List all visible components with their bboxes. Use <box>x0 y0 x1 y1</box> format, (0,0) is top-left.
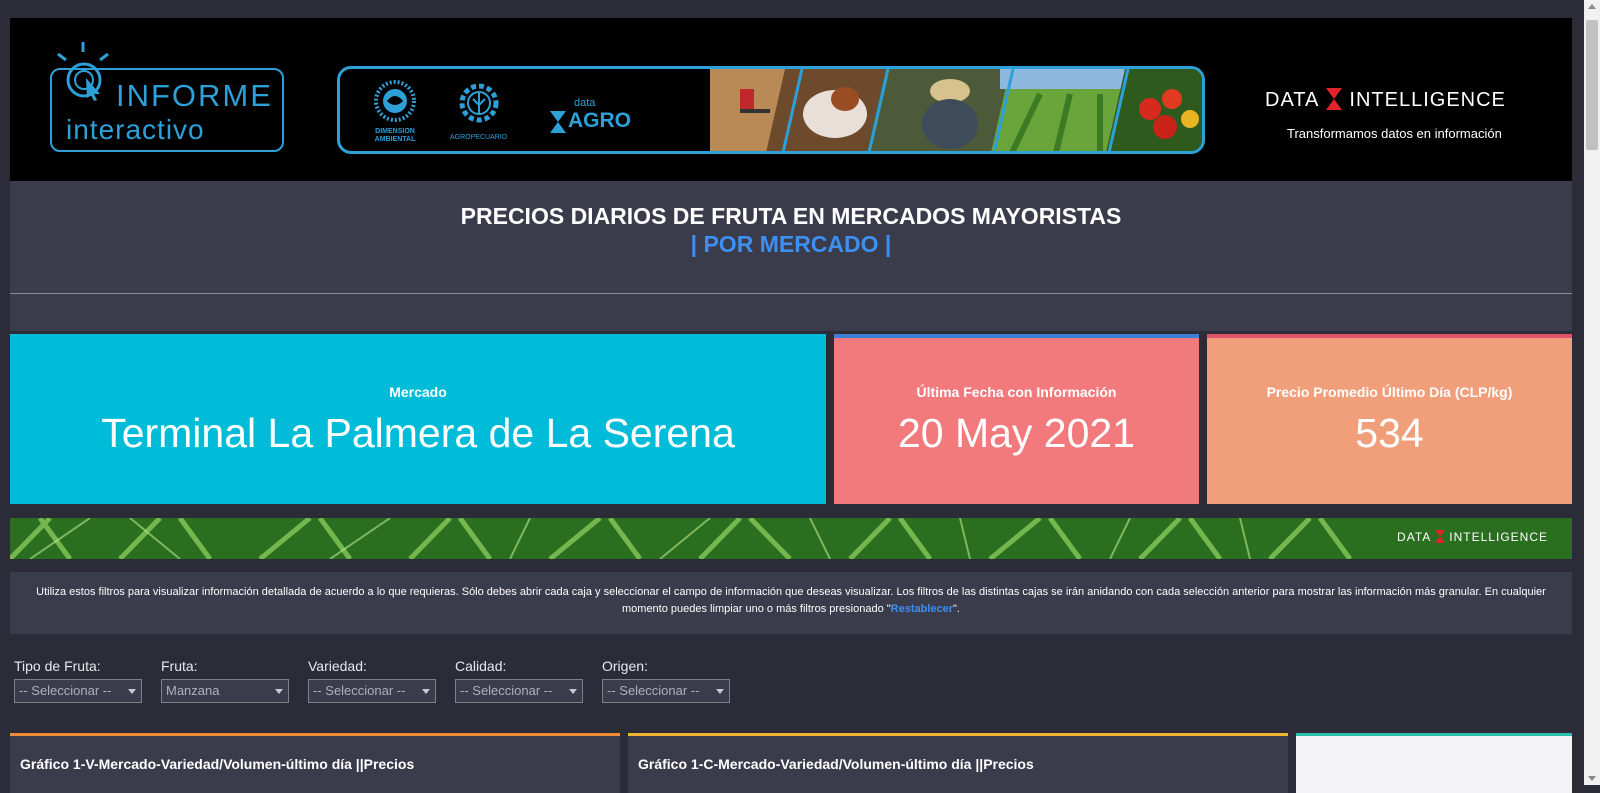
kpi-label: Última Fecha con Información <box>916 384 1117 400</box>
logo-title: INFORME <box>116 78 273 113</box>
partner-agropecuario: AGROPECUARIO <box>450 79 507 142</box>
fruta-select[interactable]: Manzana <box>161 679 289 703</box>
sun-seal-icon <box>374 80 416 122</box>
kpi-label: Precio Promedio Último Día (CLP/kg) <box>1266 384 1513 400</box>
brand-right: INTELLIGENCE <box>1349 89 1506 111</box>
filter-calidad: Calidad: -- Seleccionar -- <box>455 658 583 703</box>
hourglass-icon <box>1325 88 1342 110</box>
scroll-up-arrow-icon[interactable] <box>1588 4 1596 9</box>
kpi-label: Mercado <box>389 384 447 400</box>
filter-label: Tipo de Fruta: <box>14 658 101 674</box>
chevron-down-icon <box>569 689 577 694</box>
kpi-value: Terminal La Palmera de La Serena <box>101 410 735 456</box>
calidad-select[interactable]: -- Seleccionar -- <box>455 679 583 703</box>
instructions-text: Utiliza estos filtros para visualizar in… <box>36 586 1546 615</box>
filter-origen: Origen: -- Seleccionar -- <box>602 658 730 703</box>
select-value: -- Seleccionar -- <box>19 683 112 698</box>
informe-interactivo-logo: INFORME interactivo <box>50 42 284 152</box>
kpi-value: 20 May 2021 <box>897 410 1136 456</box>
title-section: PRECIOS DIARIOS DE FRUTA EN MERCADOS MAY… <box>10 181 1572 331</box>
variedad-select[interactable]: -- Seleccionar -- <box>308 679 436 703</box>
kpi-card-mercado: Mercado Terminal La Palmera de La Serena <box>10 334 826 504</box>
divider <box>10 293 1572 294</box>
filter-label: Fruta: <box>161 658 198 674</box>
brand-left: DATA <box>1265 89 1319 111</box>
tipo-de-fruta-select[interactable]: -- Seleccionar -- <box>14 679 142 703</box>
gear-wheat-icon <box>459 83 499 123</box>
partner-dimension-ambiental: DIMENSION AMBIENTAL <box>370 79 420 144</box>
chart-panel-side <box>1296 733 1572 793</box>
header-banner: INFORME interactivo DIMENSION AMBIENTAL … <box>10 18 1572 181</box>
kpi-value: 534 <box>1355 410 1424 456</box>
panel-title: Gráfico 1-C-Mercado-Variedad/Volumen-últ… <box>638 756 1034 772</box>
partners-banner: DIMENSION AMBIENTAL AGROPECUARIO data AG… <box>337 66 1205 154</box>
select-value: -- Seleccionar -- <box>313 683 406 698</box>
chart-panel-volumen-precios-v: Gráfico 1-V-Mercado-Variedad/Volumen-últ… <box>10 733 620 793</box>
restablecer-link[interactable]: Restablecer <box>891 603 953 615</box>
kpi-card-precio-promedio: Precio Promedio Último Día (CLP/kg) 534 <box>1207 334 1572 504</box>
filter-variedad: Variedad: -- Seleccionar -- <box>308 658 436 703</box>
data-agro-big: AGRO <box>568 109 631 132</box>
scrollbar-thumb[interactable] <box>1586 20 1598 150</box>
hourglass-icon <box>550 111 566 133</box>
select-value: -- Seleccionar -- <box>460 683 553 698</box>
leaves-strip: DATA INTELLIGENCE <box>10 518 1572 559</box>
partner-label: AGROPECUARIO <box>450 134 508 141</box>
page-subtitle: | POR MERCADO | <box>690 231 892 257</box>
filter-fruta: Fruta: Manzana <box>161 658 289 703</box>
chevron-down-icon <box>716 689 724 694</box>
vertical-scrollbar[interactable] <box>1584 0 1600 785</box>
strip-brand-logo: DATA INTELLIGENCE <box>1397 530 1548 544</box>
leaves-image <box>10 518 1572 559</box>
data-intelligence-brand: DATA INTELLIGENCE Transformamos datos en… <box>1265 88 1506 141</box>
lightbulb-cursor-icon <box>57 42 109 101</box>
kpi-card-ultima-fecha: Última Fecha con Información 20 May 2021 <box>834 334 1199 504</box>
panel-title: Gráfico 1-V-Mercado-Variedad/Volumen-últ… <box>20 756 415 772</box>
data-agro-small: data <box>574 97 596 109</box>
filter-tipo-de-fruta: Tipo de Fruta: -- Seleccionar -- <box>14 658 142 703</box>
page: INFORME interactivo DIMENSION AMBIENTAL … <box>10 18 1572 793</box>
chart-panel-volumen-precios-c: Gráfico 1-C-Mercado-Variedad/Volumen-últ… <box>628 733 1288 793</box>
origen-select[interactable]: -- Seleccionar -- <box>602 679 730 703</box>
select-value: Manzana <box>166 683 220 698</box>
chevron-down-icon <box>128 689 136 694</box>
filter-label: Origen: <box>602 658 648 674</box>
brand-tagline: Transformamos datos en información <box>1287 126 1502 141</box>
partner-label: DIMENSION AMBIENTAL <box>374 128 416 143</box>
page-title: PRECIOS DIARIOS DE FRUTA EN MERCADOS MAY… <box>460 203 1122 229</box>
brand-right: INTELLIGENCE <box>1449 530 1548 544</box>
select-value: -- Seleccionar -- <box>607 683 700 698</box>
brand-left: DATA <box>1397 530 1431 544</box>
data-intelligence-logo: DATA INTELLIGENCE <box>1265 88 1506 112</box>
chevron-down-icon <box>275 689 283 694</box>
filters-instructions: Utiliza estos filtros para visualizar in… <box>10 572 1572 634</box>
logo-subtitle: interactivo <box>66 114 205 145</box>
instructions-text-end: ". <box>953 603 960 615</box>
scroll-down-arrow-icon[interactable] <box>1588 776 1596 781</box>
filter-label: Calidad: <box>455 658 507 674</box>
hourglass-icon <box>1434 530 1445 543</box>
chevron-down-icon <box>422 689 430 694</box>
farm-photos-collage <box>710 69 1202 151</box>
filter-label: Variedad: <box>308 658 367 674</box>
